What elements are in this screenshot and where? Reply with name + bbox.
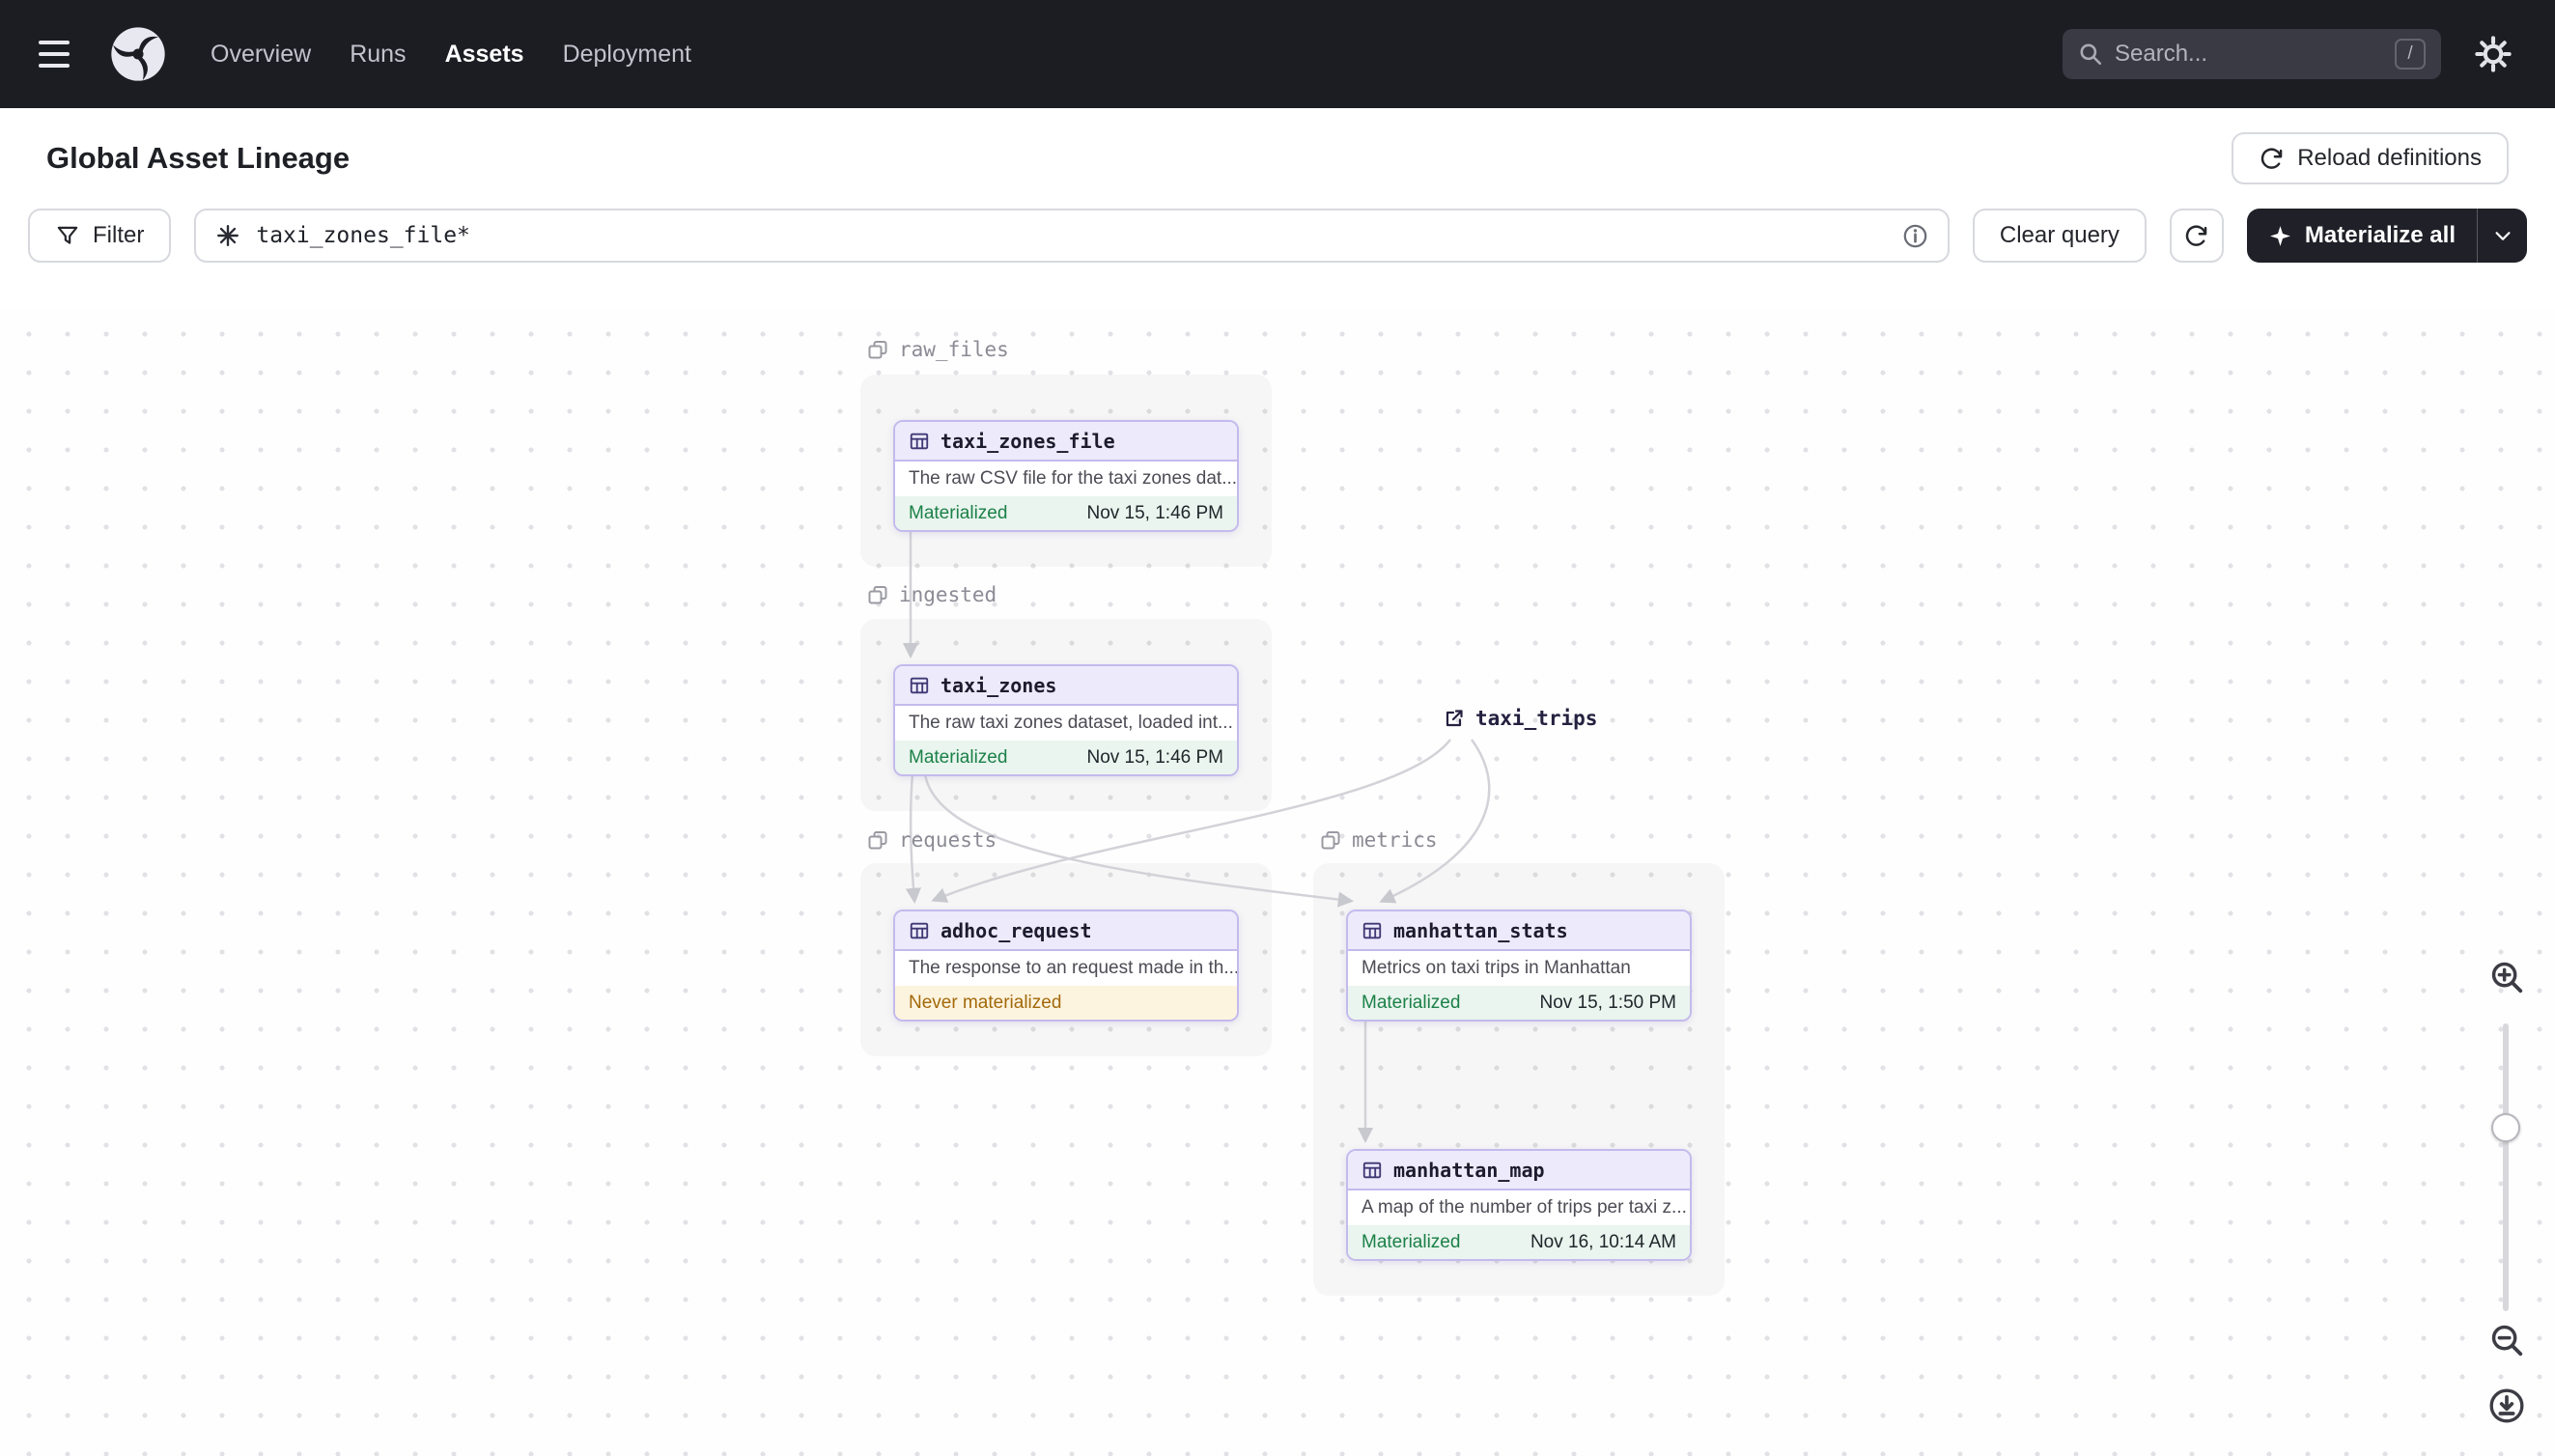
asset-status-bar: Materialized Nov 15, 1:46 PM	[895, 496, 1237, 530]
asset-node-manhattan-stats[interactable]: manhattan_stats Metrics on taxi trips in…	[1346, 910, 1692, 1022]
lineage-toolbar: Filter Clear query	[0, 209, 2555, 284]
asset-name: taxi_zones_file	[941, 429, 1115, 453]
materialize-all-button[interactable]: Materialize all	[2246, 209, 2527, 263]
external-link-icon	[1446, 710, 1463, 727]
nav-item-assets[interactable]: Assets	[445, 41, 524, 69]
status-badge: Materialized	[1362, 1231, 1461, 1252]
table-icon	[910, 922, 929, 938]
nav-item-deployment[interactable]: Deployment	[563, 41, 691, 69]
external-asset-name: taxi_trips	[1475, 707, 1598, 730]
group-name: metrics	[1352, 828, 1438, 852]
chevron-down-icon	[2494, 232, 2511, 240]
nav-items: Overview Runs Assets Deployment	[211, 41, 691, 69]
asset-node-header: adhoc_request	[895, 911, 1237, 951]
asset-name: adhoc_request	[941, 918, 1092, 942]
asset-query-input[interactable]	[256, 223, 1887, 248]
asset-description: A map of the number of trips per taxi z.…	[1362, 1197, 1687, 1218]
global-search[interactable]: /	[2063, 29, 2441, 79]
materialize-sparkle-icon	[2270, 225, 2290, 246]
op-selector-icon	[217, 225, 239, 246]
page-header: Global Asset Lineage Reload definitions	[0, 108, 2555, 209]
table-icon	[910, 433, 929, 449]
hamburger-menu-icon[interactable]	[39, 33, 81, 75]
search-shortcut-badge: /	[2395, 39, 2426, 70]
asset-query-field[interactable]	[194, 209, 1950, 263]
zoom-in-button[interactable]	[2484, 954, 2530, 1000]
search-input[interactable]	[2115, 41, 2346, 68]
group-name: raw_files	[899, 338, 1009, 361]
zoom-slider[interactable]	[2503, 1023, 2509, 1311]
asset-status-bar: Materialized Nov 15, 1:50 PM	[1348, 986, 1690, 1020]
asset-description: The response to an request made in th...	[909, 958, 1237, 978]
asset-status-bar: Never materialized	[895, 986, 1237, 1020]
search-icon	[2080, 43, 2102, 66]
status-badge: Materialized	[909, 502, 1008, 523]
zoom-out-button[interactable]	[2484, 1317, 2530, 1363]
asset-node-header: taxi_zones_file	[895, 422, 1237, 462]
status-timestamp: Nov 15, 1:50 PM	[1539, 992, 1676, 1013]
asset-node-header: manhattan_map	[1348, 1151, 1690, 1190]
zoom-slider-handle[interactable]	[2491, 1113, 2520, 1142]
asset-name: manhattan_stats	[1393, 918, 1568, 942]
reload-definitions-button[interactable]: Reload definitions	[2232, 132, 2509, 184]
refresh-icon	[2186, 225, 2207, 246]
dagster-logo-icon[interactable]	[108, 24, 168, 84]
asset-node-taxi-zones-file[interactable]: taxi_zones_file The raw CSV file for the…	[893, 420, 1239, 532]
lineage-canvas[interactable]: raw_files ingested requests metrics taxi…	[0, 309, 2555, 1456]
asset-status-bar: Materialized Nov 15, 1:46 PM	[895, 741, 1237, 774]
refresh-icon	[2261, 148, 2283, 169]
group-label-metrics[interactable]: metrics	[1319, 828, 1438, 852]
asset-group-icon	[1321, 831, 1340, 850]
asset-description: The raw CSV file for the taxi zones dat.…	[909, 468, 1237, 489]
asset-node-header: manhattan_stats	[1348, 911, 1690, 951]
refresh-query-button[interactable]	[2169, 209, 2224, 263]
zoom-in-icon	[2491, 962, 2523, 994]
group-name: requests	[899, 828, 997, 852]
asset-name: taxi_zones	[941, 673, 1057, 697]
nav-item-runs[interactable]: Runs	[350, 41, 406, 69]
asset-group-icon	[868, 586, 887, 604]
materialize-all-label: Materialize all	[2304, 222, 2456, 248]
info-icon[interactable]	[1902, 223, 1928, 249]
download-circle-icon	[2489, 1388, 2524, 1423]
export-view-button[interactable]	[2484, 1383, 2530, 1429]
asset-name: manhattan_map	[1393, 1158, 1545, 1182]
clear-query-label: Clear query	[1999, 222, 2120, 248]
asset-description: Metrics on taxi trips in Manhattan	[1362, 958, 1631, 978]
filter-funnel-icon	[57, 226, 78, 244]
status-badge: Materialized	[1362, 992, 1461, 1013]
top-nav-bar: Overview Runs Assets Deployment /	[0, 0, 2555, 108]
asset-group-icon	[868, 831, 887, 850]
asset-node-adhoc-request[interactable]: adhoc_request The response to an request…	[893, 910, 1239, 1022]
page-title: Global Asset Lineage	[46, 141, 351, 175]
status-badge: Never materialized	[909, 992, 1062, 1013]
group-name: ingested	[899, 583, 997, 606]
external-asset-taxi-trips[interactable]: taxi_trips	[1443, 707, 1597, 730]
asset-description: The raw taxi zones dataset, loaded int..…	[909, 713, 1233, 733]
settings-gear-icon[interactable]	[2470, 31, 2516, 77]
materialize-options-caret[interactable]	[2477, 209, 2527, 263]
status-timestamp: Nov 15, 1:46 PM	[1086, 502, 1223, 523]
group-label-ingested[interactable]: ingested	[866, 583, 997, 606]
nav-item-overview[interactable]: Overview	[211, 41, 311, 69]
filter-label: Filter	[93, 222, 145, 248]
table-icon	[910, 677, 929, 693]
table-icon	[1362, 922, 1382, 938]
reload-definitions-label: Reload definitions	[2297, 145, 2482, 171]
asset-node-taxi-zones[interactable]: taxi_zones The raw taxi zones dataset, l…	[893, 664, 1239, 776]
clear-query-button[interactable]: Clear query	[1972, 209, 2147, 263]
filter-button[interactable]: Filter	[28, 209, 172, 263]
group-label-raw-files[interactable]: raw_files	[866, 338, 1009, 361]
asset-group-icon	[868, 341, 887, 359]
asset-node-manhattan-map[interactable]: manhattan_map A map of the number of tri…	[1346, 1149, 1692, 1261]
group-label-requests[interactable]: requests	[866, 828, 997, 852]
status-timestamp: Nov 16, 10:14 AM	[1530, 1231, 1676, 1252]
status-badge: Materialized	[909, 746, 1008, 768]
status-timestamp: Nov 15, 1:46 PM	[1086, 746, 1223, 768]
lineage-edges	[902, 529, 1491, 1144]
table-icon	[1362, 1162, 1382, 1178]
asset-status-bar: Materialized Nov 16, 10:14 AM	[1348, 1225, 1690, 1259]
zoom-out-icon	[2491, 1325, 2523, 1357]
asset-node-header: taxi_zones	[895, 666, 1237, 706]
